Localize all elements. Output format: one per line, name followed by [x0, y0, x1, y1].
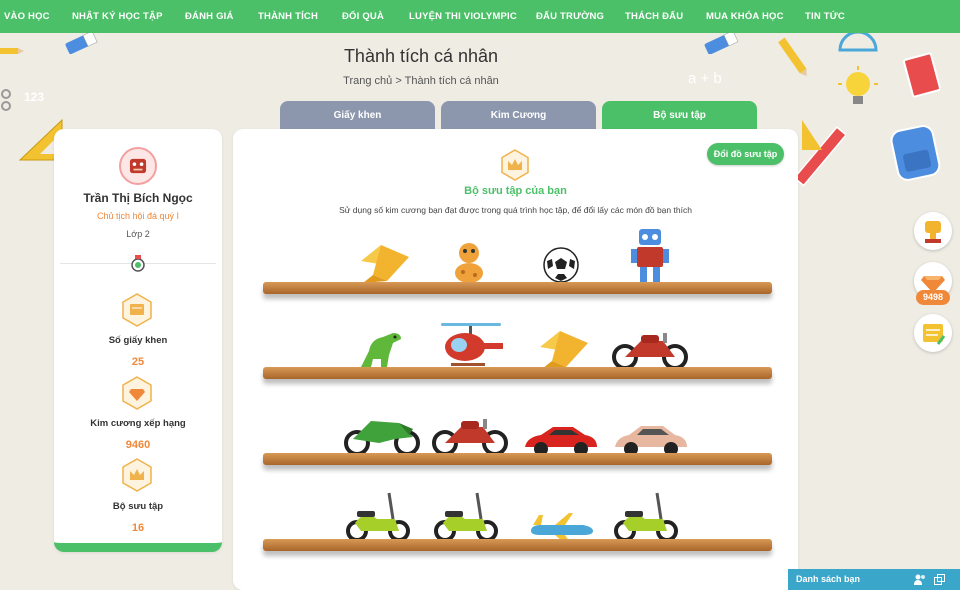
collection-panel: Đổi đồ sưu tập Bộ sưu tập của bạn Sử dụn… — [233, 129, 798, 590]
crown-icon — [501, 149, 529, 181]
red-sports-car-item[interactable] — [523, 423, 599, 457]
nav-item-thach-dau[interactable]: THÁCH ĐẤU — [625, 11, 683, 22]
friends-list-label: Danh sách bạn — [796, 574, 861, 584]
soccer-ball-item[interactable] — [543, 247, 579, 283]
stat-value-kim-cuong: 9460 — [125, 439, 151, 451]
svg-text:123: 123 — [24, 90, 44, 104]
profile-class: Lớp 2 — [126, 229, 150, 239]
tab-kim-cuong[interactable]: Kim Cương — [441, 101, 596, 130]
profile-card: Trần Thị Bích Ngọc Chủ tịch hội đá quý I… — [54, 129, 222, 552]
stat-value-bo-suu-tap: 16 — [131, 522, 145, 534]
stat-value-giay-khen: 25 — [131, 356, 145, 368]
lightbulb-icon — [838, 66, 878, 104]
certificate-icon — [122, 293, 152, 327]
backpack-icon — [890, 124, 941, 181]
scooter-item[interactable] — [613, 489, 679, 543]
certificate-button-icon[interactable] — [914, 314, 952, 352]
trophy-button-icon[interactable] — [914, 212, 952, 250]
profile-name: Trần Thị Bích Ngọc — [83, 191, 193, 205]
tab-bo-suu-tap[interactable]: Bộ sưu tập — [602, 101, 757, 130]
stat-label-bo-suu-tap: Bộ sưu tập — [112, 501, 164, 512]
sedan-car-item[interactable] — [613, 423, 689, 457]
diamond-icon — [122, 376, 152, 410]
shelf — [263, 453, 772, 465]
profile-title: Chủ tịch hội đá quý I — [96, 211, 180, 221]
stat-label-kim-cuong: Kim cương xếp hạng — [90, 418, 186, 429]
nav-item-luyen-thi-violympic[interactable]: LUYỆN THI VIOLYMPIC — [409, 11, 517, 22]
shelf — [263, 282, 772, 294]
scooter-item[interactable] — [345, 489, 411, 543]
motorcycle-item[interactable] — [611, 323, 689, 371]
medal-icon — [131, 255, 145, 272]
notebook-icon — [903, 52, 941, 98]
popout-window-icon[interactable] — [934, 574, 945, 585]
breadcrumb[interactable]: Trang chủ > Thành tích cá nhân — [0, 75, 842, 87]
scooter-item[interactable] — [433, 489, 499, 543]
sport-motorbike-item[interactable] — [343, 409, 421, 457]
nav-item-tin-tuc[interactable]: TIN TỨC — [805, 11, 845, 22]
collection-description: Sử dụng số kim cương bạn đạt được trong … — [339, 205, 692, 215]
protractor-icon — [838, 32, 878, 52]
users-icon[interactable] — [914, 574, 926, 585]
diamond-count-badge: 9498 — [916, 290, 950, 305]
nav-item-danh-gia[interactable]: ĐÁNH GIÁ — [185, 11, 234, 22]
nav-item-nhat-ky-hoc-tap[interactable]: NHẬT KÝ HỌC TẬP — [72, 11, 163, 22]
origami-crane-item[interactable] — [538, 327, 590, 371]
exchange-collection-button[interactable]: Đổi đồ sưu tập — [707, 143, 784, 165]
avatar — [119, 147, 157, 185]
tab-giay-khen[interactable]: Giấy khen — [280, 101, 435, 130]
origami-crane-item[interactable] — [359, 241, 411, 285]
scissors-icon — [1, 89, 11, 111]
shelf — [263, 367, 772, 379]
helicopter-toy-item[interactable] — [437, 321, 507, 373]
nav-item-doi-qua[interactable]: ĐỔI QUÀ — [342, 11, 384, 22]
stat-label-giay-khen: Số giấy khen — [108, 335, 168, 346]
page-title: Thành tích cá nhân — [343, 46, 499, 66]
collection-title: Bộ sưu tập của bạn — [464, 185, 567, 197]
robot-toy-item[interactable] — [629, 225, 671, 285]
crown-icon — [122, 458, 152, 492]
dinosaur-toy-item[interactable] — [357, 329, 407, 371]
giraffe-toy-item[interactable] — [451, 239, 487, 285]
nav-item-vao-hoc[interactable]: VÀO HỌC — [4, 11, 50, 22]
motorcycle-item[interactable] — [431, 409, 509, 457]
triangle-ruler-icon — [802, 120, 822, 150]
friends-list-bar[interactable]: Danh sách bạn — [788, 569, 960, 590]
nav-item-mua-khoa-hoc[interactable]: MUA KHÓA HỌC — [706, 11, 784, 22]
nav-item-thanh-tich[interactable]: THÀNH TÍCH — [258, 11, 318, 22]
top-navigation-bar: VÀO HỌC NHẬT KÝ HỌC TẬP ĐÁNH GIÁ THÀNH T… — [0, 0, 960, 33]
nav-item-dau-truong[interactable]: ĐẤU TRƯỜNG — [536, 11, 604, 22]
numbers-deco-icon: 123 — [24, 90, 44, 104]
shelf — [263, 539, 772, 551]
